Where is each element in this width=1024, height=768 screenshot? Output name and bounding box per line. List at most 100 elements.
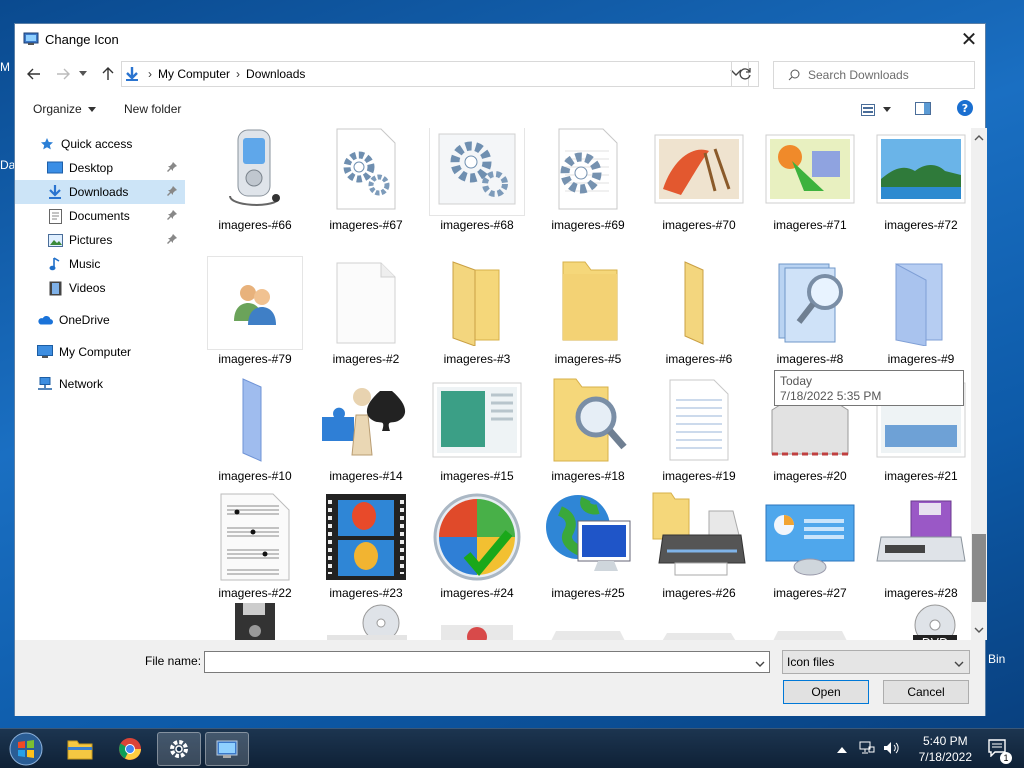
sidebar-item-my-computer[interactable]: My Computer bbox=[15, 340, 185, 364]
icon-item[interactable]: imageres-#18 bbox=[540, 373, 636, 485]
icon-item[interactable]: imageres-#25 bbox=[540, 490, 636, 602]
start-button[interactable] bbox=[4, 732, 48, 766]
icon-item[interactable] bbox=[540, 603, 636, 640]
scroll-up-button[interactable] bbox=[973, 132, 985, 144]
icon-item[interactable]: imageres-#66 bbox=[207, 128, 303, 234]
icon-label: imageres-#25 bbox=[551, 586, 625, 600]
blank-file-icon bbox=[318, 256, 414, 350]
scroll-down-button[interactable] bbox=[973, 624, 985, 636]
network-tray-button[interactable] bbox=[859, 741, 875, 758]
sidebar-item-documents[interactable]: Documents bbox=[15, 204, 185, 228]
file-type-select[interactable]: Icon files bbox=[782, 650, 970, 674]
icon-item[interactable]: imageres-#79 bbox=[207, 256, 303, 368]
icon-item[interactable]: imageres-#24 bbox=[429, 490, 525, 602]
taskbar-file-explorer[interactable] bbox=[58, 732, 102, 766]
icon-label: imageres-#28 bbox=[884, 586, 958, 600]
icon-item[interactable]: imageres-#67 bbox=[318, 128, 414, 234]
file-name-combobox[interactable] bbox=[204, 651, 770, 673]
icon-item[interactable]: imageres-#9 bbox=[873, 256, 969, 368]
organize-button[interactable]: Organize bbox=[33, 102, 96, 116]
change-view-button[interactable] bbox=[861, 103, 891, 116]
icon-item[interactable]: imageres-#27 bbox=[762, 490, 858, 602]
games-icon bbox=[318, 373, 414, 467]
icon-label: imageres-#6 bbox=[665, 352, 733, 366]
sidebar-item-music[interactable]: Music bbox=[15, 252, 185, 276]
icon-item[interactable]: imageres-#14 bbox=[318, 373, 414, 485]
sidebar-item-desktop[interactable]: Desktop bbox=[15, 156, 185, 180]
close-button[interactable]: ✕ bbox=[953, 24, 985, 54]
icon-item[interactable]: imageres-#68 bbox=[429, 128, 525, 234]
text-document-icon bbox=[651, 373, 747, 467]
recent-locations-button[interactable] bbox=[75, 63, 91, 85]
taskbar-settings[interactable] bbox=[157, 732, 201, 766]
help-button[interactable]: ? bbox=[957, 100, 973, 119]
sidebar-item-pictures[interactable]: Pictures bbox=[15, 228, 185, 252]
show-hidden-icons-button[interactable] bbox=[836, 742, 847, 756]
drive-error-icon bbox=[429, 603, 525, 640]
taskbar-change-icon-window[interactable] bbox=[205, 732, 249, 766]
drive-icon bbox=[762, 603, 858, 640]
icon-item[interactable] bbox=[429, 603, 525, 640]
search-box[interactable] bbox=[773, 61, 975, 89]
icon-label: imageres-#66 bbox=[218, 218, 292, 232]
sidebar-item-videos[interactable]: Videos bbox=[15, 276, 185, 300]
volume-tray-button[interactable] bbox=[883, 741, 901, 758]
chevron-up-icon bbox=[974, 135, 984, 141]
icon-item[interactable] bbox=[207, 603, 303, 640]
file-name-input[interactable] bbox=[209, 655, 749, 669]
cancel-button[interactable]: Cancel bbox=[883, 680, 969, 704]
icon-item[interactable]: imageres-#19 bbox=[651, 373, 747, 485]
icon-item[interactable]: imageres-#5 bbox=[540, 256, 636, 368]
icon-item[interactable]: imageres-#72 bbox=[873, 128, 969, 234]
icon-item[interactable]: imageres-#6 bbox=[651, 256, 747, 368]
icon-item[interactable]: imageres-#71 bbox=[762, 128, 858, 234]
refresh-button[interactable] bbox=[731, 61, 759, 87]
icon-label: imageres-#22 bbox=[218, 586, 292, 600]
icon-item[interactable]: imageres-#69 bbox=[540, 128, 636, 234]
icon-item[interactable]: imageres-#15 bbox=[429, 373, 525, 485]
icon-item[interactable] bbox=[651, 603, 747, 640]
forward-button[interactable] bbox=[52, 63, 74, 85]
search-icon bbox=[788, 69, 800, 81]
breadcrumb-my-computer[interactable]: My Computer bbox=[158, 67, 230, 81]
breadcrumb-downloads[interactable]: Downloads bbox=[246, 67, 305, 81]
icon-item[interactable]: imageres-#8 bbox=[762, 256, 858, 368]
icon-item[interactable] bbox=[762, 603, 858, 640]
file-name-dropdown-button[interactable] bbox=[755, 657, 765, 671]
action-center-button[interactable]: 1 bbox=[988, 738, 1012, 764]
settings-file-icon bbox=[318, 128, 414, 216]
icon-item[interactable]: imageres-#23 bbox=[318, 490, 414, 602]
icon-item[interactable]: DVD bbox=[873, 603, 969, 640]
icon-item[interactable]: imageres-#28 bbox=[873, 490, 969, 602]
chevron-down-icon bbox=[954, 657, 964, 671]
taskbar-chrome[interactable] bbox=[108, 732, 152, 766]
icon-item[interactable]: imageres-#70 bbox=[651, 128, 747, 234]
sidebar-item-downloads[interactable]: Downloads bbox=[15, 180, 185, 204]
up-button[interactable] bbox=[97, 63, 119, 85]
icon-item[interactable]: imageres-#22 bbox=[207, 490, 303, 602]
back-button[interactable] bbox=[23, 63, 45, 85]
clock[interactable]: 5:40 PM 7/18/2022 bbox=[919, 733, 972, 765]
internet-computer-icon bbox=[540, 490, 636, 584]
sidebar-item-quick-access[interactable]: Quick access bbox=[15, 132, 185, 156]
sidebar-item-network[interactable]: Network bbox=[15, 372, 185, 396]
icon-item[interactable] bbox=[318, 603, 414, 640]
breadcrumb-separator: › bbox=[236, 67, 241, 81]
open-button[interactable]: Open bbox=[783, 680, 869, 704]
icon-item[interactable]: imageres-#10 bbox=[207, 373, 303, 485]
videos-icon bbox=[47, 280, 63, 296]
icon-item[interactable]: imageres-#3 bbox=[429, 256, 525, 368]
window-title: Change Icon bbox=[45, 31, 119, 47]
icon-item[interactable]: imageres-#2 bbox=[318, 256, 414, 368]
icon-item[interactable]: imageres-#26 bbox=[651, 490, 747, 602]
vertical-scrollbar[interactable] bbox=[971, 128, 987, 640]
sidebar-item-onedrive[interactable]: OneDrive bbox=[15, 308, 185, 332]
sidebar-item-label: Videos bbox=[69, 281, 106, 295]
arrow-up-icon bbox=[102, 67, 114, 80]
address-bar[interactable]: › My Computer › Downloads bbox=[121, 61, 749, 87]
search-input[interactable] bbox=[808, 68, 968, 82]
desktop-icon-label-fragment: M bbox=[0, 60, 10, 74]
scroll-thumb[interactable] bbox=[972, 534, 986, 602]
preview-pane-button[interactable] bbox=[915, 101, 931, 118]
new-folder-button[interactable]: New folder bbox=[124, 102, 181, 116]
